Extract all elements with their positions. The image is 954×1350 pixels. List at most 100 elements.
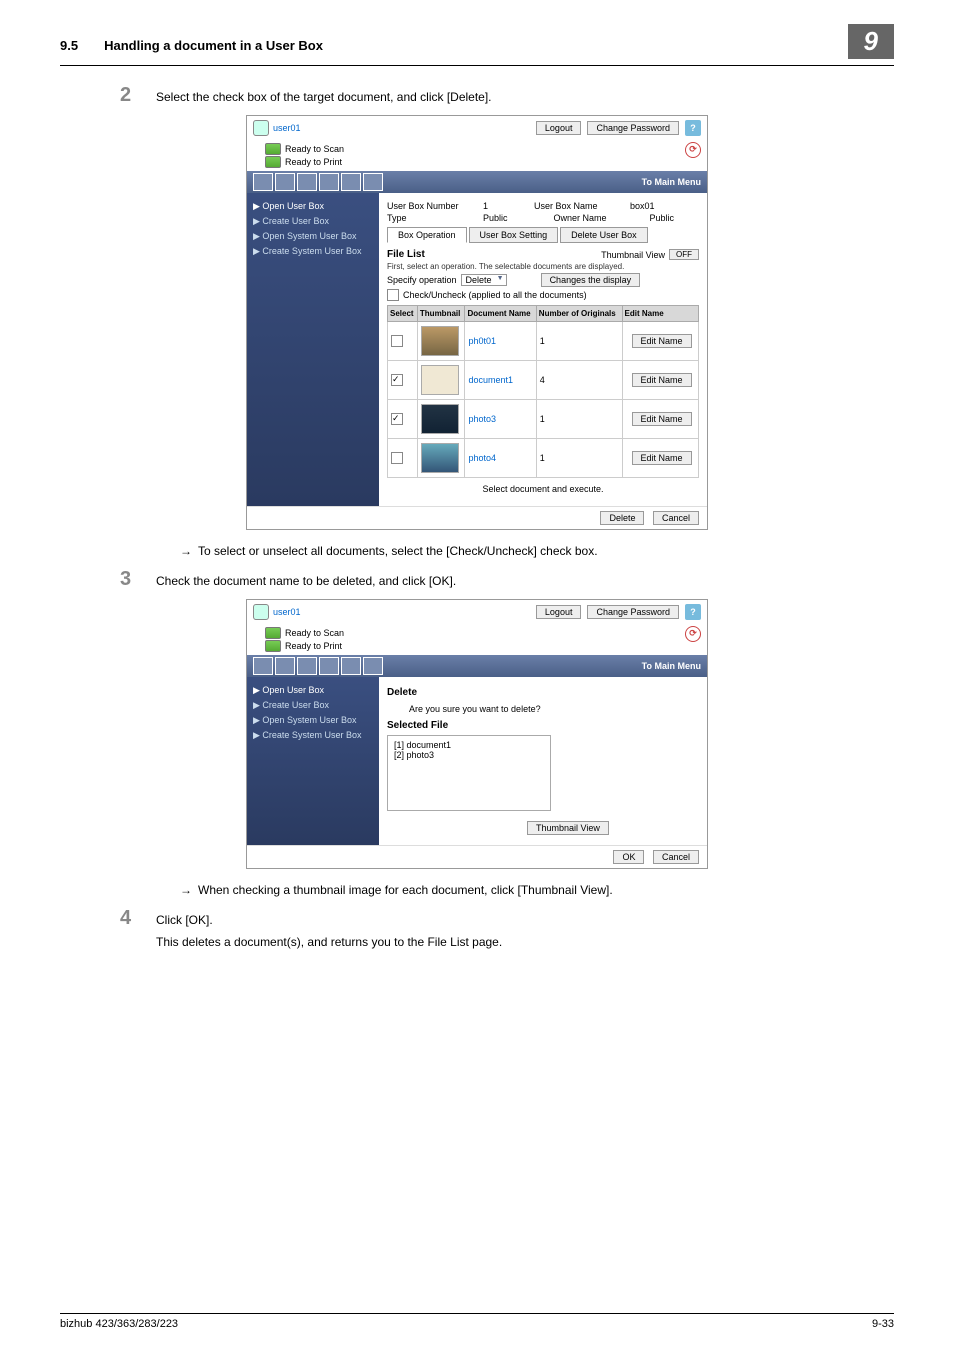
thumbnail-icon (421, 404, 459, 434)
ribbon-icon[interactable] (341, 173, 361, 191)
sidebar: ▶ Open User Box ▶ Create User Box ▶ Open… (247, 193, 379, 506)
col-document-name: Document Name (465, 306, 536, 322)
originals-count: 1 (536, 439, 622, 478)
sidebar-item-create-system-user-box[interactable]: ▶ Create System User Box (253, 244, 373, 259)
sidebar-item-create-user-box[interactable]: ▶ Create User Box (253, 214, 373, 229)
refresh-icon[interactable]: ⟳ (685, 142, 701, 158)
originals-count: 4 (536, 361, 622, 400)
step-4-number: 4 (120, 907, 156, 949)
selected-file-1: [1] document1 (394, 740, 544, 750)
change-password-button[interactable]: Change Password (587, 605, 679, 619)
help-icon[interactable]: ? (685, 120, 701, 136)
sidebar-item-create-user-box[interactable]: ▶ Create User Box (253, 698, 373, 713)
section-number: 9.5 (60, 38, 78, 53)
operation-select[interactable]: Delete (461, 274, 507, 286)
scan-led-icon (265, 143, 281, 155)
confirm-question: Are you sure you want to delete? (387, 702, 699, 716)
execute-instruction: Select document and execute. (387, 478, 699, 500)
section-title: Handling a document in a User Box (104, 38, 323, 53)
to-main-menu-link[interactable]: To Main Menu (642, 661, 701, 671)
delete-heading: Delete (387, 687, 699, 698)
thumbnail-icon (421, 365, 459, 395)
table-row: ph0t01 1 Edit Name (388, 322, 699, 361)
note-check-uncheck: →To select or unselect all documents, se… (180, 544, 894, 558)
refresh-icon[interactable]: ⟳ (685, 626, 701, 642)
note-thumbnail-view: →When checking a thumbnail image for eac… (180, 883, 894, 897)
file-table: Select Thumbnail Document Name Number of… (387, 305, 699, 478)
chapter-badge: 9 (848, 24, 894, 59)
owner-value: Public (650, 213, 675, 223)
document-link[interactable]: photo4 (468, 453, 496, 463)
sidebar-item-open-system-user-box[interactable]: ▶ Open System User Box (253, 229, 373, 244)
thumbnail-view-button[interactable]: Thumbnail View (527, 821, 609, 835)
cancel-button[interactable]: Cancel (653, 850, 699, 864)
originals-count: 1 (536, 400, 622, 439)
tab-user-box-setting[interactable]: User Box Setting (469, 227, 559, 243)
ribbon-icon[interactable] (363, 173, 383, 191)
document-link[interactable]: ph0t01 (468, 336, 496, 346)
check-all-checkbox[interactable] (387, 289, 399, 301)
thumbnail-toggle-button[interactable]: OFF (669, 249, 699, 260)
sidebar-item-open-system-user-box[interactable]: ▶ Open System User Box (253, 713, 373, 728)
scan-led-icon (265, 627, 281, 639)
ribbon-icon[interactable] (275, 657, 295, 675)
row-checkbox[interactable] (391, 413, 403, 425)
change-password-button[interactable]: Change Password (587, 121, 679, 135)
row-checkbox[interactable] (391, 335, 403, 347)
ribbon-icon[interactable] (297, 173, 317, 191)
ribbon-icon[interactable] (319, 657, 339, 675)
step-2-text: Select the check box of the target docum… (156, 84, 492, 107)
step-3-text: Check the document name to be deleted, a… (156, 568, 456, 591)
selected-file-list: [1] document1 [2] photo3 (387, 735, 551, 811)
ribbon-icon[interactable] (319, 173, 339, 191)
table-row: photo3 1 Edit Name (388, 400, 699, 439)
ribbon-icon[interactable] (253, 657, 273, 675)
edit-name-button[interactable]: Edit Name (632, 412, 692, 426)
sidebar-item-open-user-box[interactable]: ▶ Open User Box (253, 683, 373, 698)
col-thumbnail: Thumbnail (417, 306, 465, 322)
tab-delete-user-box[interactable]: Delete User Box (560, 227, 648, 243)
row-checkbox[interactable] (391, 452, 403, 464)
row-checkbox[interactable] (391, 374, 403, 386)
specify-operation-label: Specify operation (387, 275, 457, 285)
selected-file-heading: Selected File (387, 720, 699, 731)
ribbon-icon[interactable] (363, 657, 383, 675)
sidebar-item-open-user-box[interactable]: ▶ Open User Box (253, 199, 373, 214)
delete-button[interactable]: Delete (600, 511, 644, 525)
selected-file-2: [2] photo3 (394, 750, 544, 760)
ribbon-icon[interactable] (341, 657, 361, 675)
edit-name-button[interactable]: Edit Name (632, 373, 692, 387)
status-scan: Ready to Scan (285, 628, 344, 638)
type-label: Type (387, 213, 477, 223)
to-main-menu-link[interactable]: To Main Menu (642, 177, 701, 187)
ribbon-icon[interactable] (275, 173, 295, 191)
ribbon-icon[interactable] (253, 173, 273, 191)
step-4-text: Click [OK]. This deletes a document(s), … (156, 907, 502, 949)
help-icon[interactable]: ? (685, 604, 701, 620)
user-icon (253, 604, 269, 620)
box-name-value: box01 (630, 201, 655, 211)
status-print: Ready to Print (285, 157, 342, 167)
box-number-label: User Box Number (387, 201, 477, 211)
changes-display-button[interactable]: Changes the display (541, 273, 641, 287)
originals-count: 1 (536, 322, 622, 361)
tab-box-operation[interactable]: Box Operation (387, 227, 467, 243)
user-icon (253, 120, 269, 136)
document-link[interactable]: document1 (468, 375, 513, 385)
col-edit-name: Edit Name (622, 306, 698, 322)
logout-button[interactable]: Logout (536, 605, 582, 619)
file-list-heading: File List (387, 249, 425, 260)
edit-name-button[interactable]: Edit Name (632, 451, 692, 465)
logout-button[interactable]: Logout (536, 121, 582, 135)
screenshot-confirm-delete: user01 Logout Change Password ? ⟳ Ready … (246, 599, 708, 869)
document-link[interactable]: photo3 (468, 414, 496, 424)
ok-button[interactable]: OK (613, 850, 644, 864)
footer-model: bizhub 423/363/283/223 (60, 1318, 178, 1330)
username: user01 (273, 607, 301, 617)
sidebar-item-create-system-user-box[interactable]: ▶ Create System User Box (253, 728, 373, 743)
ribbon-icon[interactable] (297, 657, 317, 675)
edit-name-button[interactable]: Edit Name (632, 334, 692, 348)
print-led-icon (265, 156, 281, 168)
cancel-button[interactable]: Cancel (653, 511, 699, 525)
step-3-number: 3 (120, 568, 156, 591)
